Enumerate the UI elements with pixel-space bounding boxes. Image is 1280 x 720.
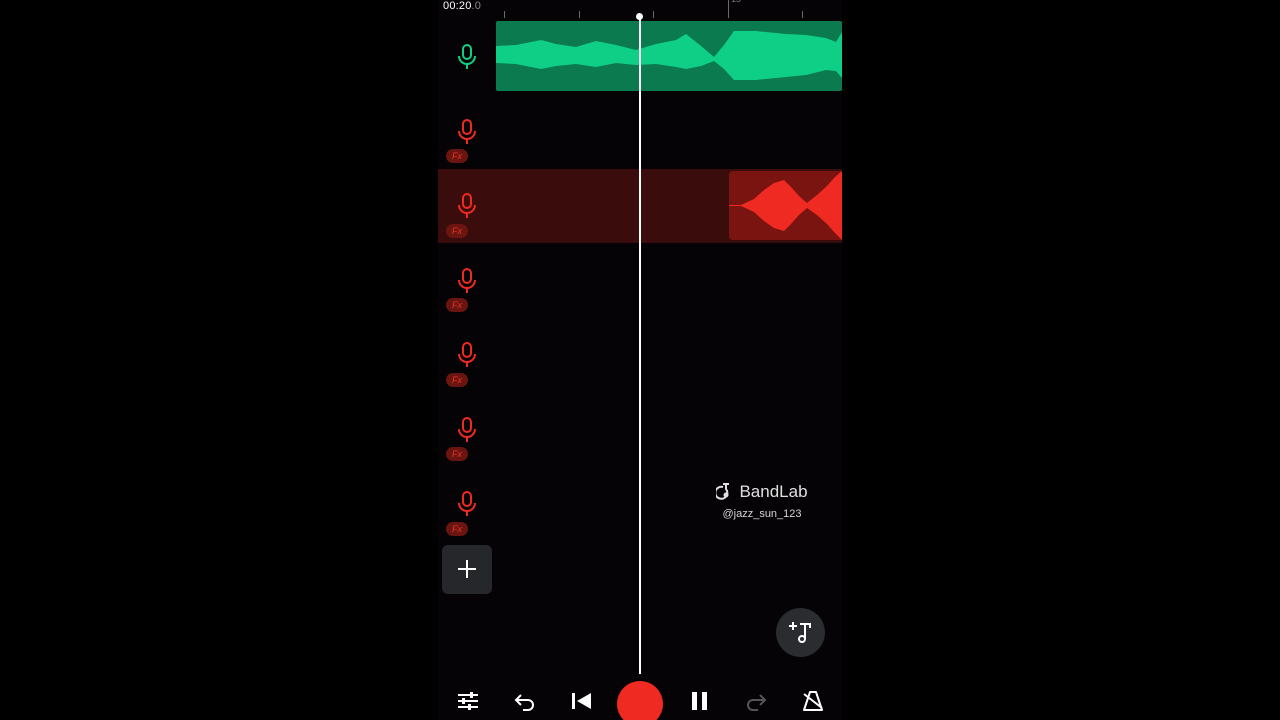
ruler-tick bbox=[579, 11, 580, 18]
microphone-icon[interactable] bbox=[456, 193, 478, 219]
playhead[interactable] bbox=[639, 16, 641, 674]
fx-badge[interactable]: Fx bbox=[446, 298, 468, 312]
audio-region-red[interactable] bbox=[729, 171, 842, 240]
audio-region-green[interactable] bbox=[496, 21, 842, 91]
microphone-icon[interactable] bbox=[456, 417, 478, 443]
redo-icon bbox=[747, 693, 767, 711]
fx-badge[interactable]: Fx bbox=[446, 522, 468, 536]
ruler-tick bbox=[504, 11, 505, 18]
microphone-icon[interactable] bbox=[456, 342, 478, 368]
microphone-icon[interactable] bbox=[456, 268, 478, 294]
microphone-icon[interactable] bbox=[456, 44, 478, 70]
waveform bbox=[496, 31, 842, 80]
undo-icon bbox=[514, 693, 534, 711]
timecode-fraction: .0 bbox=[471, 0, 482, 12]
microphone-icon[interactable] bbox=[456, 119, 478, 145]
fx-badge[interactable]: Fx bbox=[446, 373, 468, 387]
user-handle: @jazz_sun_123 bbox=[722, 508, 802, 520]
timecode-main: 00:20 bbox=[443, 0, 472, 12]
sliders-icon bbox=[458, 691, 478, 710]
studio-view: 00:20.0 15 Fx bbox=[438, 0, 842, 720]
fx-badge[interactable]: Fx bbox=[446, 149, 468, 163]
skip-back-icon bbox=[572, 692, 591, 709]
bandlab-watermark: BandLab @jazz_sun_123 bbox=[712, 482, 812, 520]
rewind-button[interactable] bbox=[567, 688, 595, 716]
ruler-tick bbox=[653, 11, 654, 18]
add-track-button[interactable] bbox=[442, 545, 492, 594]
redo-button[interactable] bbox=[743, 688, 771, 716]
undo-button[interactable] bbox=[510, 688, 538, 716]
fx-badge[interactable]: Fx bbox=[446, 224, 468, 238]
record-button[interactable] bbox=[617, 681, 663, 720]
transport-bar bbox=[438, 678, 842, 720]
metronome-off-icon bbox=[803, 690, 823, 711]
metronome-button[interactable] bbox=[799, 688, 827, 716]
mixer-button[interactable] bbox=[454, 688, 482, 716]
pause-icon bbox=[692, 691, 707, 710]
ruler-tick bbox=[728, 0, 729, 18]
fx-badge[interactable]: Fx bbox=[446, 447, 468, 461]
brand-name: BandLab bbox=[739, 482, 808, 501]
add-music-button[interactable] bbox=[776, 608, 825, 657]
plus-icon bbox=[458, 560, 476, 578]
add-music-note-icon bbox=[789, 622, 811, 643]
timecode-display: 00:20.0 bbox=[443, 0, 481, 12]
microphone-icon[interactable] bbox=[456, 491, 478, 517]
ruler-tick bbox=[802, 11, 803, 18]
waveform bbox=[729, 171, 842, 240]
screen: 00:20.0 15 Fx bbox=[0, 0, 1280, 720]
ruler-label: 15 bbox=[731, 0, 741, 4]
bandlab-logo-icon bbox=[716, 483, 730, 500]
pause-button[interactable] bbox=[686, 688, 714, 716]
